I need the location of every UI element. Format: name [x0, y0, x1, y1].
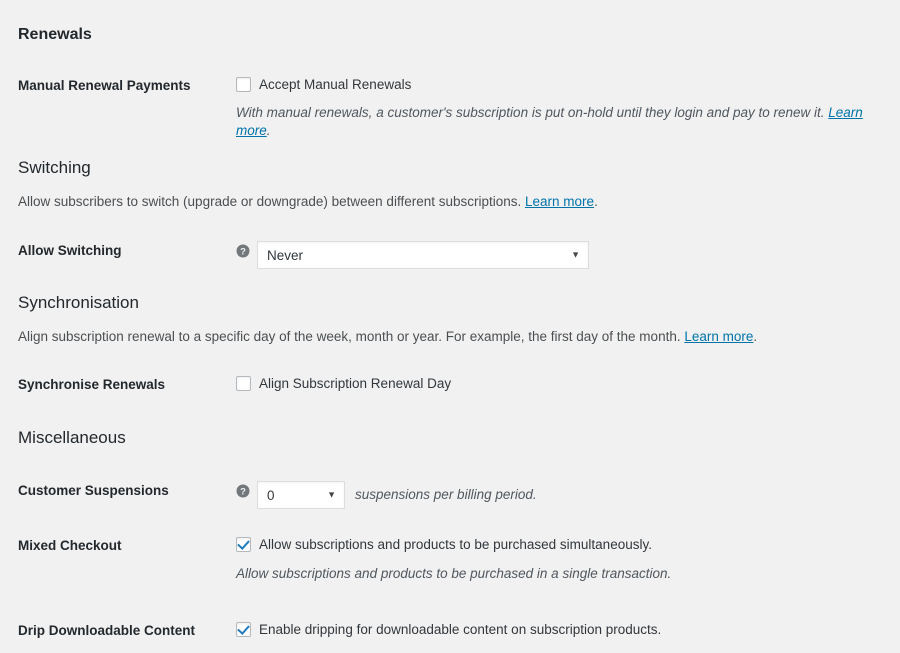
description-text-part-2: .	[266, 123, 271, 138]
description-manual-renewal-payments: With manual renewals, a customer's subsc…	[236, 104, 882, 140]
checkbox-drip-downloadable-content[interactable]	[236, 622, 251, 637]
select-value-customer-suspensions: 0	[267, 487, 275, 503]
description-mixed-checkout: Allow subscriptions and products to be p…	[236, 566, 672, 581]
checkbox-label-mixed-checkout[interactable]: Allow subscriptions and products to be p…	[259, 536, 652, 553]
row-label-drip-downloadable-content: Drip Downloadable Content	[18, 623, 195, 638]
section-description-text-part-2: .	[753, 329, 758, 344]
field-customer-suspensions: ? 0 ▼ suspensions per billing period.	[236, 481, 882, 509]
section-description-text-part-2: .	[594, 194, 598, 209]
field-allow-switching: ? Never ▼	[236, 241, 882, 269]
section-heading-renewals: Renewals	[18, 26, 92, 43]
description-text-part-1: With manual renewals, a customer's subsc…	[236, 105, 829, 120]
row-allow-switching: Allow Switching ? Never ▼	[18, 241, 882, 269]
section-description-switching: Allow subscribers to switch (upgrade or …	[18, 193, 882, 211]
checkbox-mixed-checkout[interactable]	[236, 537, 251, 552]
row-label-synchronise-renewals: Synchronise Renewals	[18, 377, 166, 392]
checkbox-label-accept-manual-renewals[interactable]: Accept Manual Renewals	[259, 76, 411, 93]
row-customer-suspensions: Customer Suspensions ? 0 ▼ suspensions p…	[18, 481, 882, 509]
help-circle-icon[interactable]: ?	[236, 244, 250, 258]
field-drip-downloadable-content: Enable dripping for downloadable content…	[236, 621, 882, 638]
help-circle-icon[interactable]: ?	[236, 484, 250, 498]
select-value-allow-switching: Never	[267, 247, 304, 263]
row-label-mixed-checkout: Mixed Checkout	[18, 538, 122, 553]
checkbox-accept-manual-renewals[interactable]	[236, 77, 251, 92]
section-description-text-part-1: Align subscription renewal to a specific…	[18, 329, 685, 344]
learn-more-link-switching[interactable]: Learn more	[525, 194, 594, 209]
field-mixed-checkout: Allow subscriptions and products to be p…	[236, 536, 882, 553]
row-mixed-checkout: Mixed Checkout Allow subscriptions and p…	[18, 536, 882, 555]
select-customer-suspensions[interactable]: 0 ▼	[257, 481, 345, 509]
learn-more-link-synchronisation[interactable]: Learn more	[684, 329, 753, 344]
section-heading-switching: Switching	[18, 158, 91, 177]
svg-text:?: ?	[240, 247, 246, 258]
svg-text:?: ?	[240, 487, 246, 498]
row-manual-renewal-payments: Manual Renewal Payments Accept Manual Re…	[18, 76, 882, 95]
chevron-down-icon: ▼	[327, 489, 336, 500]
field-synchronise-renewals: Align Subscription Renewal Day	[236, 375, 882, 392]
row-synchronise-renewals: Synchronise Renewals Align Subscription …	[18, 375, 882, 394]
row-drip-downloadable-content: Drip Downloadable Content Enable drippin…	[18, 621, 882, 640]
select-allow-switching[interactable]: Never ▼	[257, 241, 589, 269]
checkbox-align-subscription-renewal-day[interactable]	[236, 376, 251, 391]
section-heading-synchronisation: Synchronisation	[18, 293, 139, 312]
chevron-down-icon: ▼	[571, 249, 580, 260]
row-label-manual-renewal-payments: Manual Renewal Payments	[18, 78, 191, 93]
field-manual-renewal-payments: Accept Manual Renewals	[236, 76, 882, 93]
checkbox-label-drip-downloadable-content[interactable]: Enable dripping for downloadable content…	[259, 621, 661, 638]
section-description-synchronisation: Align subscription renewal to a specific…	[18, 328, 882, 346]
section-description-text-part-1: Allow subscribers to switch (upgrade or …	[18, 194, 526, 209]
checkbox-label-align-subscription-renewal-day[interactable]: Align Subscription Renewal Day	[259, 375, 451, 392]
row-label-allow-switching: Allow Switching	[18, 243, 122, 258]
suffix-text-customer-suspensions: suspensions per billing period.	[355, 487, 537, 502]
section-heading-miscellaneous: Miscellaneous	[18, 428, 126, 447]
settings-page: Renewals Manual Renewal Payments Accept …	[0, 0, 900, 653]
row-label-customer-suspensions: Customer Suspensions	[18, 483, 169, 498]
